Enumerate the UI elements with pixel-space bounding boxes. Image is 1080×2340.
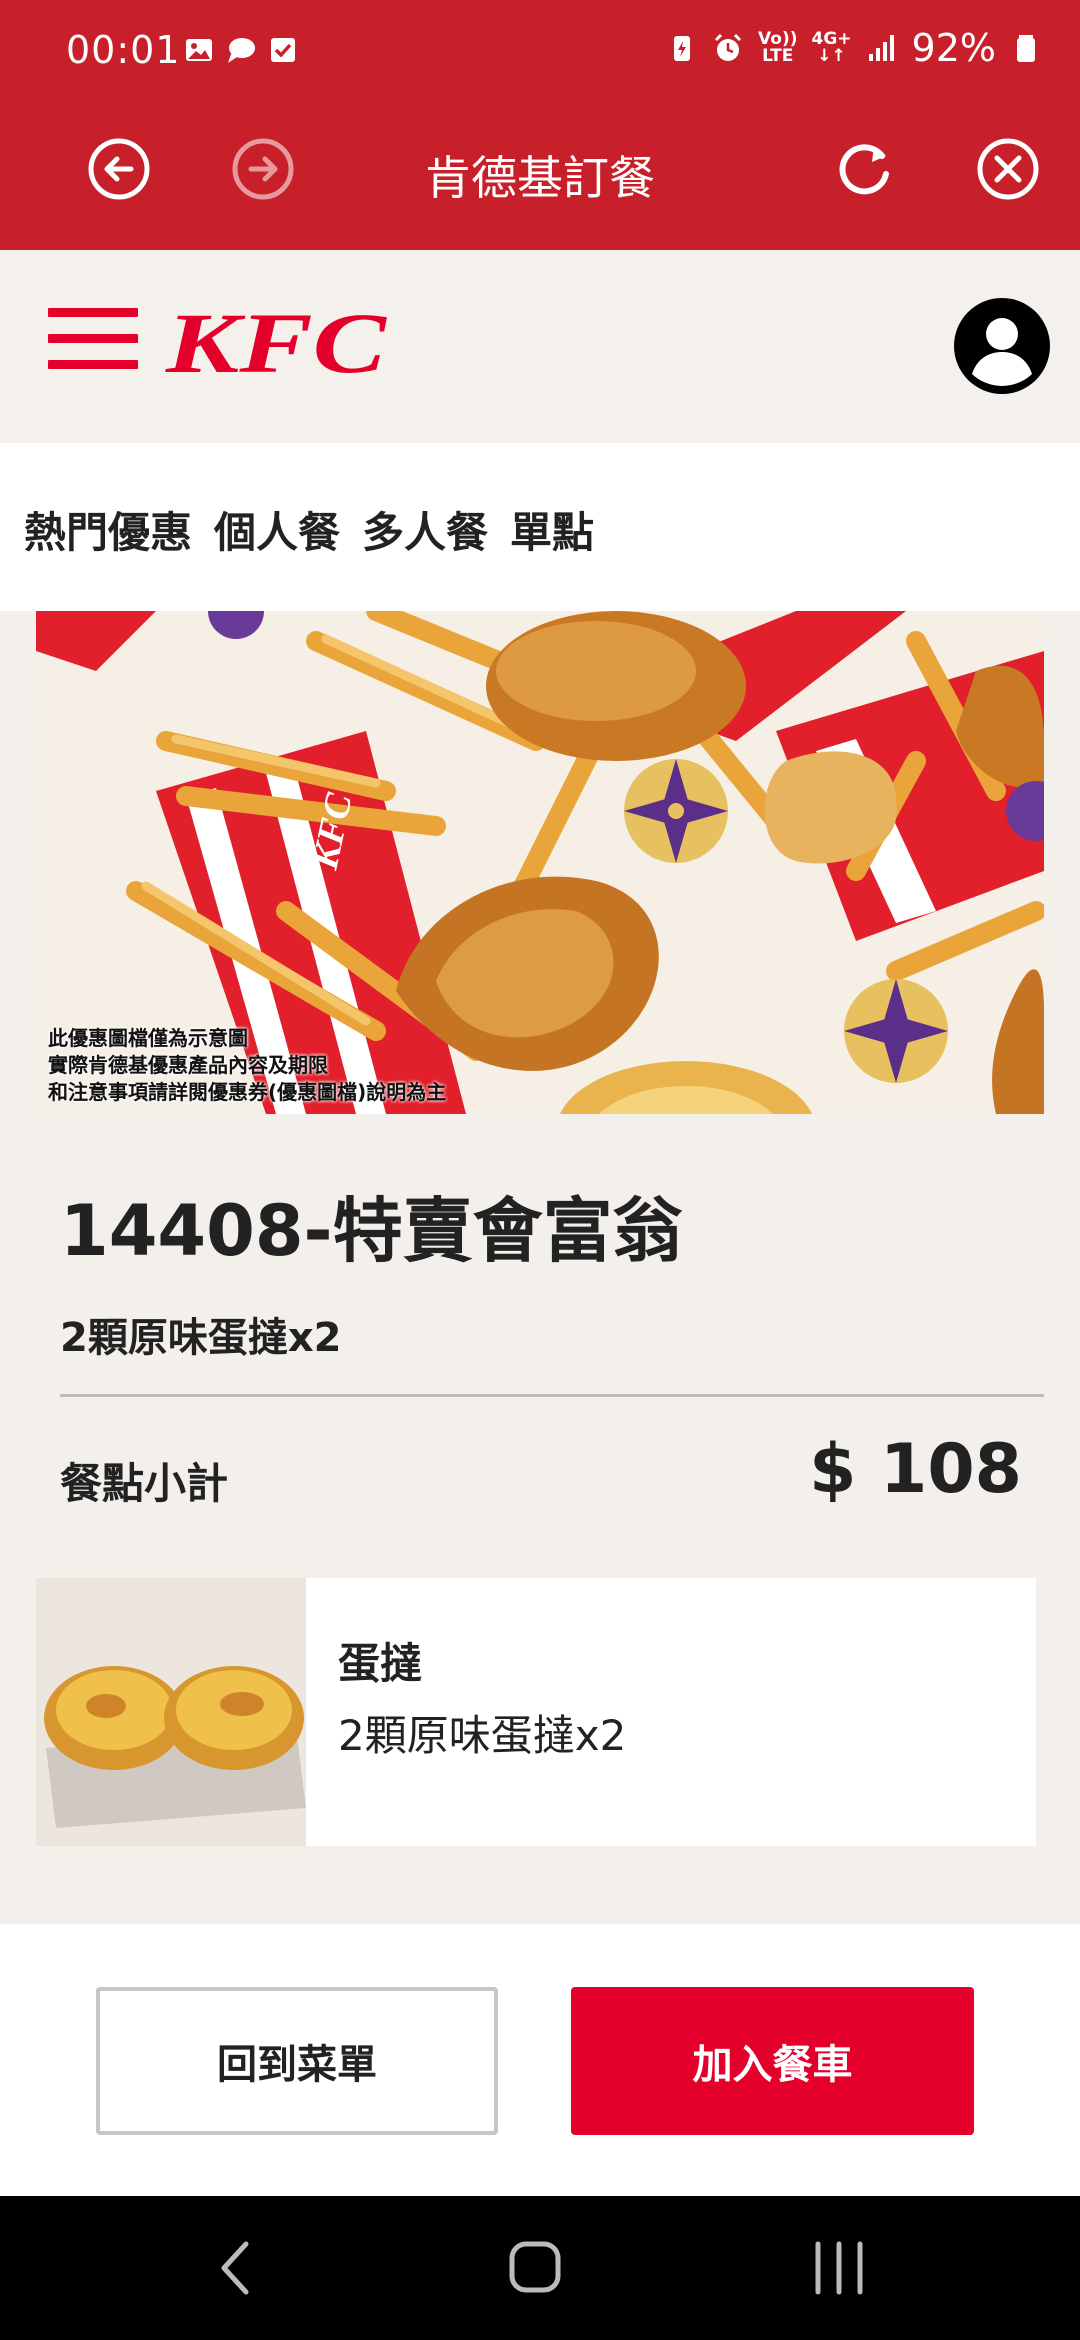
- disclaimer-line: 此優惠圖檔僅為示意圖: [48, 1026, 248, 1050]
- subtotal-value: $ 108: [809, 1430, 1022, 1509]
- product-subtitle: 2顆原味蛋撻x2: [60, 1315, 342, 1361]
- system-nav-bar: [0, 2196, 1080, 2340]
- alarm-icon: [714, 33, 742, 61]
- data-arrows: ↓↑: [817, 46, 846, 66]
- lte-label: LTE: [762, 46, 794, 66]
- close-icon[interactable]: [973, 134, 1043, 204]
- status-time: 00:01: [66, 28, 181, 72]
- category-group-meal[interactable]: 多人餐: [362, 499, 488, 560]
- divider: [60, 1394, 1044, 1397]
- network-indicator: 4G+ ↓↑: [812, 31, 852, 65]
- svg-text:KFC: KFC: [165, 300, 388, 382]
- item-name: 蛋撻: [338, 1639, 423, 1688]
- status-bar: 00:01 Vo)) LTE 4G+ ↓↑ 92%: [0, 0, 1080, 102]
- nav-back-icon[interactable]: [200, 2236, 270, 2300]
- battery-icon: [1017, 35, 1035, 62]
- hamburger-menu-icon[interactable]: [48, 308, 138, 370]
- product-title: 14408-特賣會富翁: [60, 1190, 683, 1272]
- nav-home-icon[interactable]: [500, 2236, 570, 2300]
- system-icons: Vo)) LTE 4G+ ↓↑ 92%: [666, 26, 1042, 70]
- volte-indicator: Vo)) LTE: [758, 31, 797, 65]
- disclaimer-line: 實際肯德基優惠產品內容及期限: [48, 1053, 328, 1077]
- page-title: 肯德基訂餐: [425, 151, 655, 205]
- category-individual-meal[interactable]: 個人餐: [214, 499, 340, 560]
- battery-saver-icon: [674, 36, 691, 61]
- category-nav: 熱門優惠 個人餐 多人餐 單點: [0, 443, 1080, 611]
- image-disclaimer: 此優惠圖檔僅為示意圖 實際肯德基優惠產品內容及期限 和注意事項請詳閱優惠券(優惠…: [48, 1025, 446, 1106]
- browser-toolbar: 肯德基訂餐: [0, 102, 1080, 250]
- add-to-cart-button[interactable]: 加入餐車: [571, 1987, 974, 2135]
- back-to-menu-button[interactable]: 回到菜單: [96, 1987, 498, 2135]
- notification-icons: [183, 34, 299, 66]
- chat-bubble-icon: [228, 38, 255, 63]
- subtotal-label: 餐點小計: [60, 1459, 229, 1508]
- site-header: KFC: [0, 250, 1080, 443]
- gallery-icon: [186, 39, 212, 61]
- disclaimer-line: 和注意事項請詳閱優惠券(優惠圖檔)說明為主: [48, 1080, 447, 1104]
- nav-recents-icon[interactable]: [804, 2236, 874, 2300]
- action-bar: 回到菜單 加入餐車: [0, 1924, 1080, 2196]
- reload-icon[interactable]: [830, 134, 900, 204]
- signal-icon: [868, 35, 894, 61]
- category-hot-deals[interactable]: 熱門優惠: [24, 499, 192, 560]
- egg-tart-image: [36, 1578, 306, 1846]
- product-image: KFC 此優惠圖檔僅為示意圖 實際肯德基優惠產品內容及期限 和注意事項請詳閱優惠…: [36, 611, 1044, 1114]
- battery-percent: 92%: [911, 26, 996, 70]
- item-description: 2顆原味蛋撻x2: [338, 1711, 627, 1760]
- account-icon[interactable]: [952, 296, 1052, 396]
- kfc-logo[interactable]: KFC: [162, 300, 390, 382]
- list-item[interactable]: 蛋撻 2顆原味蛋撻x2: [36, 1578, 1036, 1846]
- purple-ball: [624, 759, 728, 863]
- checkbox-icon: [271, 38, 295, 62]
- category-a-la-carte[interactable]: 單點: [510, 499, 594, 560]
